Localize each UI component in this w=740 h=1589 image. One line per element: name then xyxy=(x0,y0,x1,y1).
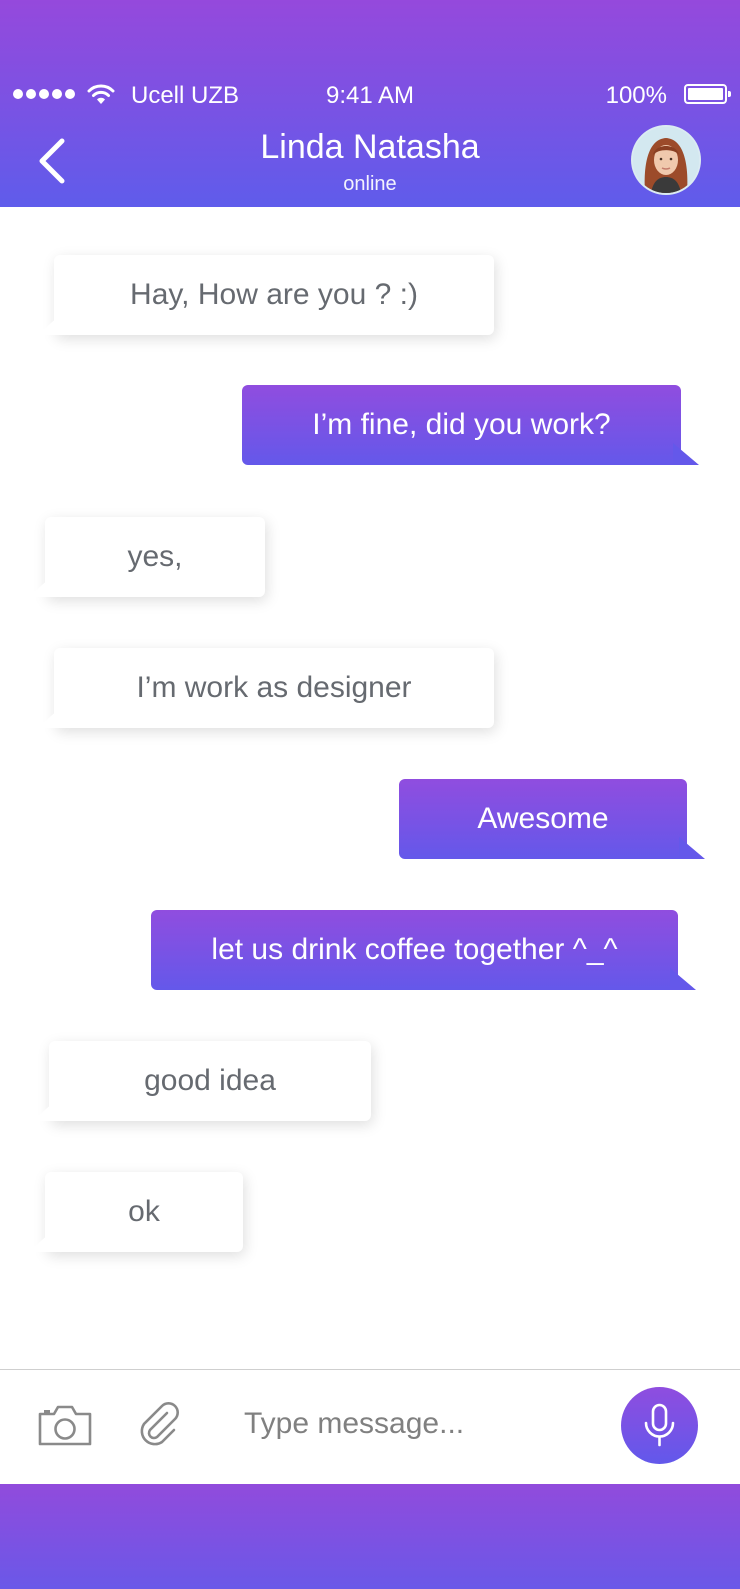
outgoing-message: Awesome xyxy=(399,779,687,859)
battery-icon xyxy=(684,84,731,104)
outgoing-message: let us drink coffee together ^_^ xyxy=(151,910,678,990)
incoming-message: ok xyxy=(45,1172,243,1252)
incoming-message: I’m work as designer xyxy=(54,648,494,728)
outgoing-message: I’m fine, did you work? xyxy=(242,385,681,465)
paperclip-icon xyxy=(140,1402,179,1446)
status-bar: Ucell UZB 9:41 AM 100% xyxy=(0,78,740,114)
incoming-message: Hay, How are you ? :) xyxy=(54,255,494,335)
microphone-button[interactable] xyxy=(621,1387,698,1464)
incoming-message: good idea xyxy=(49,1041,371,1121)
contact-name: Linda Natasha xyxy=(260,128,480,166)
user-avatar-icon xyxy=(633,127,699,193)
message-list: Hay, How are you ? :) I’m fine, did you … xyxy=(0,207,740,1369)
contact-status: online xyxy=(343,173,397,195)
attach-button[interactable] xyxy=(134,1398,184,1448)
bottom-bar xyxy=(0,1484,740,1589)
battery-percentage: 100% xyxy=(605,82,667,109)
incoming-message: yes, xyxy=(45,517,265,597)
message-composer xyxy=(0,1369,740,1485)
microphone-icon xyxy=(644,1403,675,1447)
camera-button[interactable] xyxy=(36,1402,94,1448)
message-input[interactable] xyxy=(244,1398,584,1450)
chat-header: Ucell UZB 9:41 AM 100% Linda Natasha onl… xyxy=(0,0,740,207)
contact-avatar[interactable] xyxy=(631,125,701,195)
camera-icon xyxy=(38,1405,92,1446)
